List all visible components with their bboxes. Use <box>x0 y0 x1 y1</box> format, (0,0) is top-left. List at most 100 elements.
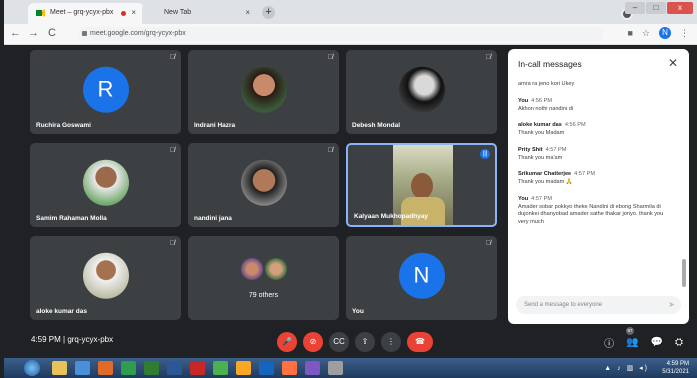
address-bar-actions: ■ ☆ N ⋮ <box>627 27 689 39</box>
self-tile[interactable]: 🎙̸ N You <box>346 236 497 320</box>
chrome-icon[interactable] <box>121 361 136 375</box>
participant-tile[interactable]: 🎙̸ nandini jana <box>188 143 339 227</box>
activities-icon[interactable]: ⛭ <box>675 337 683 348</box>
tab-title: Meet – grq-ycyx-pbx <box>50 9 114 16</box>
app-icon[interactable] <box>305 361 320 375</box>
acrobat-icon[interactable] <box>190 361 205 375</box>
browser-tab-bar: Meet – grq-ycyx-pbx × New Tab × + – □ x <box>0 0 697 24</box>
close-window-button[interactable]: x <box>667 2 693 14</box>
chat-icon[interactable]: 💬 <box>651 337 663 348</box>
window-controls: – □ x <box>625 2 693 14</box>
mic-off-icon: 🎙̸ <box>327 147 333 154</box>
lock-icon <box>82 31 87 36</box>
windows-taskbar: ▲ ♪ ▥ ◂) 4:59 PM 5/31/2021 <box>0 358 697 378</box>
chat-message: You 4:56 PM Akhon nothi nandini di <box>518 98 674 114</box>
chat-message: Srikumar Chatterjee 4:57 PM Thank you mad… <box>518 171 674 187</box>
chat-time: 4:57 PM <box>545 146 567 153</box>
chat-message-text: Amader sobar pokkyo theke Nandini di ebo… <box>518 203 664 225</box>
chat-input[interactable]: Send a message to everyone ➤ <box>516 296 681 314</box>
chat-sender: aloke kumar das <box>518 122 562 129</box>
chat-sender: You <box>518 97 529 104</box>
mic-toggle-button[interactable]: 🎤 <box>277 332 297 352</box>
chat-time: 4:56 PM <box>564 122 586 129</box>
chat-panel-title: In-call messages <box>518 59 582 69</box>
participant-tile[interactable]: 🎙̸ Indrani Hazra <box>188 50 339 134</box>
participant-tile[interactable]: 🎙̸ Samim Rahaman Molla <box>30 143 181 227</box>
tab-meet[interactable]: Meet – grq-ycyx-pbx × <box>28 3 144 24</box>
media-player-icon[interactable] <box>75 361 90 375</box>
forward-button[interactable]: → <box>28 27 39 39</box>
firefox-icon[interactable] <box>98 361 113 375</box>
chat-scrollbar[interactable] <box>682 259 686 287</box>
participant-name: Samim Rahaman Molla <box>36 215 107 222</box>
participant-name: Kalyaan Mukhopadhyay <box>354 213 429 220</box>
new-tab-button[interactable]: + <box>262 6 275 19</box>
participant-tile[interactable]: 🎙̸ Debesh Mondal <box>346 50 497 134</box>
bookmark-star-icon[interactable]: ☆ <box>642 28 650 39</box>
chat-sender: Srikumar Chatterjee <box>518 171 572 178</box>
captions-button[interactable]: CC <box>329 332 349 352</box>
maximize-button[interactable]: □ <box>646 2 666 14</box>
participant-tile[interactable]: 🎙̸ R Ruchira Goswami <box>30 50 181 134</box>
others-count: 79 others <box>248 292 279 299</box>
excel-icon[interactable] <box>144 361 159 375</box>
minimize-button[interactable]: – <box>625 2 645 14</box>
profile-avatar[interactable]: N <box>659 27 671 39</box>
app-icon[interactable] <box>328 361 343 375</box>
chat-message: You 4:57 PM Amader sobar pokkyo theke Nan… <box>518 196 674 227</box>
people-icon[interactable]: 👥 <box>626 337 638 348</box>
participant-name: aloke kumar das <box>36 308 87 315</box>
tab-close-icon[interactable]: × <box>245 8 250 17</box>
camera-toggle-button[interactable]: ⊘ <box>303 332 323 352</box>
window-left-edge <box>0 0 4 378</box>
app-icon[interactable] <box>282 361 297 375</box>
others-tile[interactable]: 79 others <box>188 236 339 320</box>
leave-call-button[interactable]: ☎ <box>407 332 433 352</box>
people-count-badge: 87 <box>626 327 634 335</box>
file-explorer-icon[interactable] <box>52 361 67 375</box>
system-clock[interactable]: 4:59 PM 5/31/2021 <box>662 360 689 376</box>
mic-off-icon: 🎙̸ <box>485 54 491 61</box>
mic-off-icon: 🎙̸ <box>169 240 175 247</box>
back-button[interactable]: ← <box>10 27 21 39</box>
url-field[interactable]: meet.google.com/grq-ycyx-pbx <box>78 27 603 41</box>
mic-off-icon: 🎙̸ <box>485 240 491 247</box>
send-icon[interactable]: ➤ <box>668 296 675 314</box>
chat-sender: You <box>518 195 529 202</box>
tab-close-icon[interactable]: × <box>131 8 136 17</box>
avatar <box>398 66 445 113</box>
chat-input-placeholder: Send a message to everyone <box>524 302 603 308</box>
reload-button[interactable]: C <box>48 27 56 39</box>
menu-kebab-icon[interactable]: ⋮ <box>680 28 689 39</box>
participant-name: Debesh Mondal <box>352 122 401 129</box>
mic-off-icon: 🎙̸ <box>327 54 333 61</box>
more-options-button[interactable]: ⋮ <box>381 332 401 352</box>
chat-message-text: amra ra jeno kori Ukey <box>518 81 575 87</box>
speaking-indicator-icon: ||| <box>480 149 490 159</box>
info-icon[interactable]: ⓘ <box>604 335 614 350</box>
present-button[interactable]: ⇪ <box>355 332 375 352</box>
participant-name: Ruchira Goswami <box>36 122 91 129</box>
meet-side-controls: ⓘ 👥 💬 ⛭ <box>604 335 683 350</box>
tab-new-tab[interactable]: New Tab × <box>142 3 258 24</box>
camera-permission-icon[interactable]: ■ <box>627 28 632 38</box>
chat-message-list[interactable]: amra ra jeno kori Ukey You 4:56 PM Akhon … <box>518 79 674 289</box>
app-icon[interactable] <box>213 361 228 375</box>
app-icon[interactable] <box>259 361 274 375</box>
chat-message: Prity Shit 4:57 PM Thank you ma'am <box>518 147 674 163</box>
app-icon[interactable] <box>236 361 251 375</box>
chat-message-text: Thank you Madam <box>518 130 565 137</box>
participant-name: nandini jana <box>194 215 232 222</box>
chat-sender: Prity Shit <box>518 146 543 153</box>
close-icon[interactable]: ✕ <box>668 56 678 70</box>
participant-name: Indrani Hazra <box>194 122 236 129</box>
clock-time: 4:59 PM <box>666 361 689 367</box>
system-tray-icons[interactable]: ▲ ♪ ▥ ◂) <box>604 364 649 372</box>
start-button[interactable] <box>24 360 40 376</box>
word-icon[interactable] <box>167 361 182 375</box>
avatar <box>82 159 129 206</box>
video-person-body <box>401 197 445 225</box>
participant-tile-active-speaker[interactable]: ||| Kalyaan Mukhopadhyay <box>346 143 497 227</box>
chat-message-text: Akhon nothi nandini di <box>518 105 574 112</box>
participant-tile[interactable]: 🎙̸ aloke kumar das <box>30 236 181 320</box>
